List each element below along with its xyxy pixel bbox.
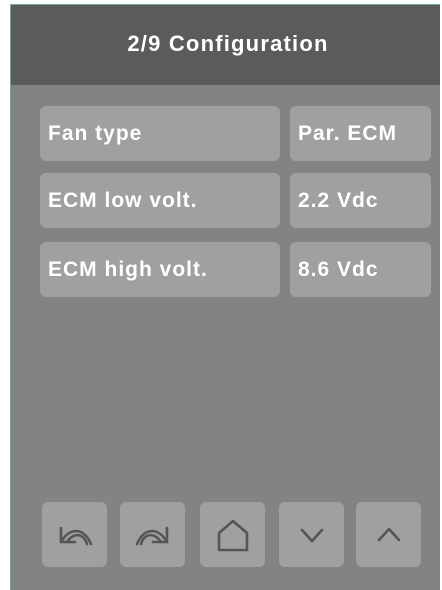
home-button[interactable] bbox=[200, 502, 265, 567]
device-screen: 2/9 Configuration Fan type Par. ECM ECM … bbox=[10, 4, 440, 590]
chevron-down-icon bbox=[300, 528, 323, 542]
header-bar: 2/9 Configuration bbox=[11, 5, 440, 85]
page-title: 2/9 Configuration bbox=[127, 31, 329, 56]
home-icon bbox=[217, 519, 248, 551]
param-label-fan-type[interactable]: Fan type bbox=[40, 106, 280, 161]
forward-button[interactable] bbox=[120, 502, 185, 567]
scroll-up-button[interactable] bbox=[356, 502, 421, 567]
scroll-down-button[interactable] bbox=[279, 502, 344, 567]
redo-arrow-icon bbox=[135, 526, 168, 545]
param-label-ecm-high-volt[interactable]: ECM high volt. bbox=[40, 242, 280, 297]
back-button[interactable] bbox=[42, 502, 107, 567]
param-label-ecm-low-volt[interactable]: ECM low volt. bbox=[40, 173, 280, 228]
param-value-ecm-low-volt[interactable]: 2.2 Vdc bbox=[290, 173, 431, 228]
chevron-up-icon bbox=[377, 527, 400, 541]
param-value-ecm-high-volt[interactable]: 8.6 Vdc bbox=[290, 242, 431, 297]
param-value-fan-type[interactable]: Par. ECM bbox=[290, 106, 431, 161]
undo-arrow-icon bbox=[59, 526, 92, 545]
